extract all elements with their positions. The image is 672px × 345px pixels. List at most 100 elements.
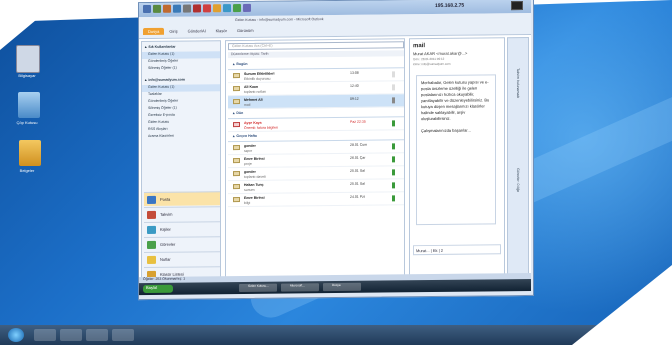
search-input[interactable]: Gelen Kutusu Ara (Ctrl+E) <box>228 41 404 51</box>
taskbar-item[interactable]: Gelen Kutusu... <box>239 283 277 293</box>
nav-button-mail[interactable]: Posta <box>144 191 220 207</box>
todo-tasks-label[interactable]: Görevler: 0 öğe <box>516 168 520 192</box>
tab-send-receive[interactable]: Gönder/Al <box>183 27 211 34</box>
message-title: mail <box>413 43 426 50</box>
message-subject: mail <box>244 102 251 107</box>
message-body: Merhabalar, Gelen kutusu yapısı ve e-pos… <box>416 74 496 226</box>
tab-file[interactable]: Dosya <box>143 27 165 36</box>
windows-start-orb[interactable] <box>8 328 24 342</box>
todo-calendar-label[interactable]: Takvim bulunamadı <box>516 68 520 98</box>
message-list: Gelen Kutusu Ara (Ctrl+E) Düzenleme ölçü… <box>225 38 405 285</box>
message-time: 25.01 Sal <box>350 168 365 173</box>
print-icon[interactable] <box>183 4 191 13</box>
envelope-icon <box>233 184 240 190</box>
mail-icon <box>147 195 156 204</box>
tasks-icon[interactable] <box>233 3 241 13</box>
delete-icon[interactable] <box>193 4 201 13</box>
taskbar-pinned-item[interactable] <box>60 329 82 341</box>
flag-icon[interactable] <box>392 97 395 104</box>
tab-view[interactable]: Görünüm <box>232 27 259 34</box>
flag-icon[interactable] <box>392 169 395 176</box>
message-time: Paz 22:35 <box>350 119 366 124</box>
message-time: 13:08 <box>350 70 359 75</box>
taskbar-item[interactable]: Dosya <box>323 282 361 292</box>
save-icon[interactable] <box>143 4 151 14</box>
message-subject: Önemli: fatura bilgileri <box>244 125 278 130</box>
calendar-icon[interactable] <box>213 4 221 13</box>
reply-icon[interactable] <box>163 4 171 13</box>
envelope-icon <box>233 158 240 164</box>
contacts-icon <box>147 225 156 234</box>
nav-button-label: Notlar <box>160 256 171 262</box>
message-subject: toplantı notları <box>244 89 267 94</box>
taskbar-item[interactable]: Microsoft... <box>281 283 319 292</box>
envelope-icon <box>233 197 240 203</box>
nav-button-label: Posta <box>160 196 171 202</box>
notes-icon <box>147 255 156 264</box>
message-from: Mehmet Ali <box>244 97 263 102</box>
nav-button-tasks[interactable]: Görevler <box>144 236 220 252</box>
desktop-icon-label: Çöp Kutusu <box>16 120 38 125</box>
envelope-icon <box>233 99 240 105</box>
nav-button-contacts[interactable]: Kişiler <box>144 221 220 237</box>
flag-icon[interactable] <box>392 71 395 78</box>
nav-button-calendar[interactable]: Takvim <box>144 206 220 222</box>
start-button[interactable]: Başlat <box>143 284 173 294</box>
message-sender[interactable]: Murat AKAR <murat.akar@...> <box>413 51 467 57</box>
recycle-bin-icon[interactable] <box>18 92 40 118</box>
forward-icon[interactable] <box>173 4 181 13</box>
desktop-icon-label: Belgeler <box>19 168 35 173</box>
message-from: Ali Kaan <box>244 84 259 89</box>
message-meta: Gön.: 28.01.2011 09:12 Kime: info@sumady… <box>413 57 451 67</box>
message-row[interactable]: Emre Birinci bilgi 24.01 Pzt <box>228 192 404 208</box>
message-subject: bilgi <box>244 200 251 205</box>
flag-icon[interactable] <box>392 120 395 127</box>
message-row[interactable]: Mehmet Ali mail 09:12 <box>228 94 404 110</box>
message-body-text: Merhabalar, Gelen kutusu yapısı ve e-pos… <box>421 79 490 122</box>
todo-bar: Takvim bulunamadı Görevler: 0 öğe <box>507 36 529 282</box>
nav-folder[interactable]: Arama Klasörleri <box>142 133 220 141</box>
window-body: ▲ Sık Kullanılanlar Gelen Kutusu (1) Gön… <box>139 34 531 290</box>
outlook-window: 195.168.2.75 Gelen Kutusu - info@sumadyu… <box>138 0 534 301</box>
message-from: Emre Birinci <box>244 195 265 200</box>
nav-button-label: Kişiler <box>160 226 171 232</box>
computer-icon[interactable] <box>16 45 40 73</box>
people-pane[interactable]: Murat... | Ek | 2 <box>413 244 501 256</box>
message-row[interactable]: Ayşe Kaya Önemli: fatura bilgileri Paz 22:… <box>228 117 404 133</box>
message-time: 25.01 Sal <box>350 181 365 186</box>
arrange-by-header[interactable]: Düzenleme ölçütü: Tarih <box>228 50 404 59</box>
message-time: 26.01 Çar <box>350 155 366 160</box>
window-close-button[interactable] <box>511 1 523 11</box>
message-signature: Çalışmalarınızda başarılar... <box>421 127 471 134</box>
contacts-icon[interactable] <box>223 4 231 13</box>
message-from: gonder <box>244 143 256 148</box>
tab-folder[interactable]: Klasör <box>211 27 232 34</box>
screenshot-frame: Bilgisayar Çöp Kutusu Belgeler 195.168.2… <box>0 0 672 345</box>
message-subject: toplantı daveti <box>244 174 266 179</box>
folder-icon[interactable] <box>19 140 41 166</box>
flag-icon[interactable] <box>392 195 395 202</box>
taskbar-pinned-item[interactable] <box>34 329 56 341</box>
message-from: Sunum Etkinlikleri <box>244 71 275 76</box>
flag-icon[interactable] <box>392 143 395 150</box>
message-subject: proje <box>244 161 252 166</box>
window-title: Gelen Kutusu - info@sumadyum.com - Micro… <box>235 17 324 23</box>
flag-icon[interactable] <box>392 84 395 91</box>
tab-home[interactable]: Giriş <box>164 28 182 35</box>
ip-address: 195.168.2.75 <box>435 2 465 9</box>
envelope-icon <box>233 86 240 92</box>
flag-icon[interactable] <box>203 4 211 13</box>
envelope-icon <box>233 145 240 151</box>
flag-icon[interactable] <box>392 156 395 163</box>
flag-icon[interactable] <box>392 182 395 189</box>
message-from: Ayşe Kaya <box>244 120 262 125</box>
calendar-icon <box>147 210 156 219</box>
message-subject: rapor <box>244 148 253 153</box>
taskbar-pinned-item[interactable] <box>112 329 134 341</box>
send-receive-icon[interactable] <box>243 3 251 12</box>
taskbar-pinned-item[interactable] <box>86 329 108 341</box>
undo-icon[interactable] <box>153 4 161 13</box>
desktop-icon-label: Bilgisayar <box>18 73 36 78</box>
message-subject: Etkinlik duyurusu <box>244 76 271 81</box>
nav-button-notes[interactable]: Notlar <box>144 251 220 267</box>
